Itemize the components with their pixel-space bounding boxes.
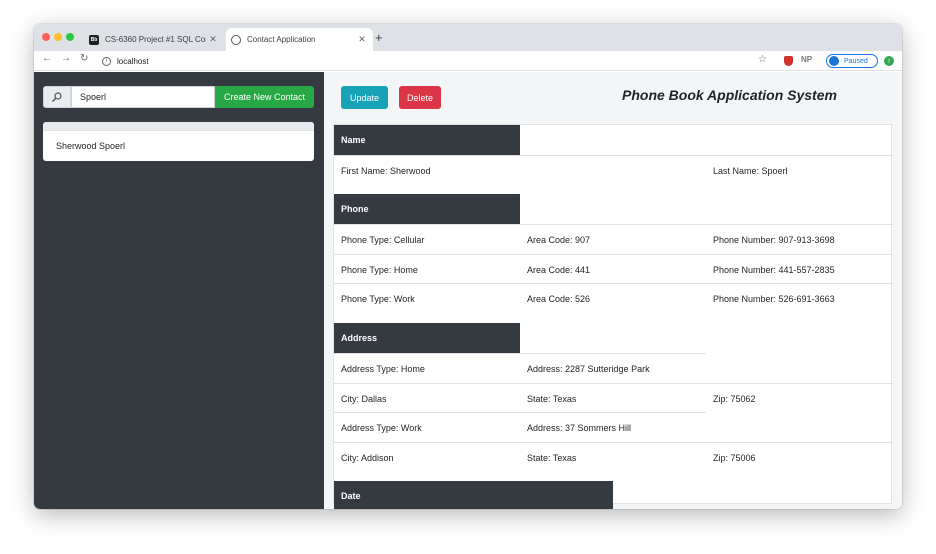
close-tab-icon[interactable]: ✕	[206, 34, 220, 45]
section-header-name: Name	[334, 125, 520, 155]
phone-row: Phone Type: Work Area Code: 526 Phone Nu…	[334, 283, 893, 312]
area-code: Area Code: 441	[527, 264, 591, 275]
url-text: localhost	[117, 56, 149, 66]
update-icon[interactable]: ↑	[884, 56, 894, 66]
shield-extension-icon[interactable]	[784, 56, 793, 66]
sidebar: Spoerl Create New Contact Sherwood Spoer…	[34, 72, 324, 509]
tab-bar: Bb CS-6360 Project #1 SQL Contac ✕ Conta…	[34, 24, 902, 51]
tab-contact-application[interactable]: Contact Application ✕	[226, 28, 373, 51]
address-row: Address Type: Home Address: 2287 Sutteri…	[334, 353, 706, 382]
page-title: Phone Book Application System	[622, 87, 837, 103]
area-code: Area Code: 526	[527, 293, 591, 304]
city: City: Addison	[341, 452, 394, 463]
address-row: City: Dallas State: Texas Zip: 75062	[334, 383, 893, 412]
address-row: Address Type: Work Address: 37 Sommers H…	[334, 412, 706, 441]
zip: Zip: 75062	[713, 393, 756, 404]
address-type: Address Type: Home	[341, 363, 425, 374]
last-name: Last Name: Spoerl	[713, 165, 788, 176]
close-window-button[interactable]	[42, 33, 50, 41]
first-name: First Name: Sherwood	[341, 165, 431, 176]
minimize-window-button[interactable]	[54, 33, 62, 41]
forward-arrow-icon[interactable]: →	[61, 53, 71, 64]
contact-list-header	[43, 122, 314, 131]
phone-type: Phone Type: Home	[341, 264, 418, 275]
street-address: Address: 37 Sommers Hill	[527, 422, 632, 433]
contact-detail-card: Name First Name: Sherwood Last Name: Spo…	[333, 124, 893, 509]
area-code: Area Code: 907	[527, 234, 591, 245]
update-button[interactable]: Update	[341, 86, 388, 109]
reload-icon[interactable]: ↻	[80, 53, 88, 64]
section-header-phone: Phone	[334, 194, 520, 224]
phone-row: Phone Type: Cellular Area Code: 907 Phon…	[334, 224, 893, 253]
state: State: Texas	[527, 393, 577, 404]
section-header-address: Address	[334, 323, 520, 353]
profile-avatar-icon	[829, 56, 839, 66]
maximize-window-button[interactable]	[66, 33, 74, 41]
state: State: Texas	[527, 452, 577, 463]
close-tab-icon[interactable]: ✕	[355, 34, 369, 45]
contact-list: Sherwood Spoerl	[43, 122, 314, 161]
blackboard-icon: Bb	[89, 34, 99, 45]
info-icon[interactable]: i	[102, 56, 111, 66]
phone-number: Phone Number: 907-913-3698	[713, 234, 835, 245]
browser-window: Bb CS-6360 Project #1 SQL Contac ✕ Conta…	[34, 24, 902, 509]
profile-status: Paused	[844, 57, 868, 65]
street-address: Address: 2287 Sutteridge Park	[527, 363, 650, 374]
phone-number: Phone Number: 526-691-3663	[713, 293, 835, 304]
address-row: City: Addison State: Texas Zip: 75006	[334, 442, 893, 471]
search-icon	[43, 86, 71, 108]
phone-type: Phone Type: Work	[341, 293, 415, 304]
browser-toolbar: ← → ↻ i localhost ☆ NP Paused ↑	[34, 51, 902, 71]
tab-blackboard[interactable]: Bb CS-6360 Project #1 SQL Contac ✕	[84, 28, 224, 51]
name-row: First Name: Sherwood Last Name: Spoerl	[334, 155, 893, 184]
back-arrow-icon[interactable]: ←	[42, 53, 52, 64]
phone-type: Phone Type: Cellular	[341, 234, 425, 245]
tab-title: Contact Application	[247, 35, 316, 44]
city: City: Dallas	[341, 393, 387, 404]
address-type: Address Type: Work	[341, 422, 422, 433]
zip: Zip: 75006	[713, 452, 756, 463]
delete-button[interactable]: Delete	[399, 86, 441, 109]
phone-row: Phone Type: Home Area Code: 441 Phone Nu…	[334, 254, 893, 283]
phone-number: Phone Number: 441-557-2835	[713, 264, 835, 275]
address-bar[interactable]: i localhost	[102, 53, 802, 69]
new-tab-button[interactable]: +	[375, 30, 383, 45]
profile-button[interactable]: Paused	[826, 54, 878, 68]
search-input[interactable]: Spoerl	[71, 86, 215, 108]
main-panel: Update Delete Phone Book Application Sys…	[324, 72, 902, 509]
search-icon-glyph	[52, 92, 62, 102]
tab-title: CS-6360 Project #1 SQL Contac	[105, 35, 206, 44]
globe-icon	[231, 34, 241, 45]
create-new-contact-button[interactable]: Create New Contact	[215, 86, 314, 108]
section-header-date: Date	[334, 481, 613, 509]
star-icon[interactable]: ☆	[758, 54, 767, 65]
np-extension-icon[interactable]: NP	[801, 55, 812, 64]
contact-list-item[interactable]: Sherwood Spoerl	[43, 131, 314, 161]
